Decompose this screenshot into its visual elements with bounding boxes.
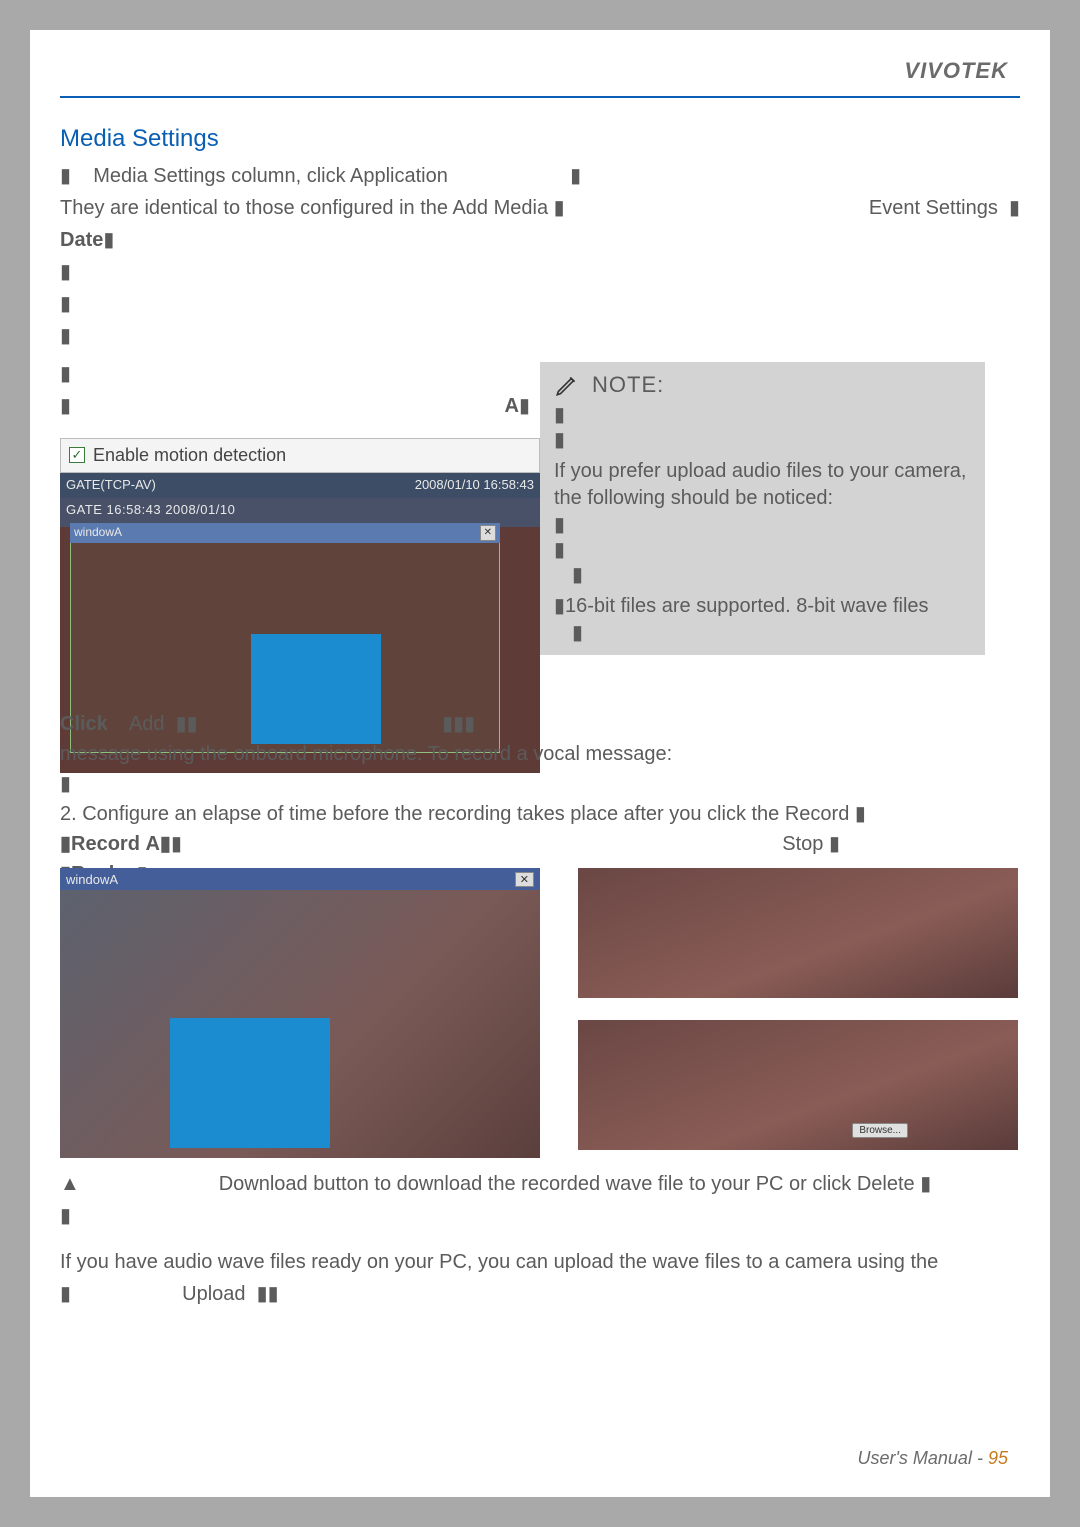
glyph-icon: ▮	[1009, 197, 1020, 219]
note-body-2: ▮16-bit files are supported. 8-bit wave …	[554, 593, 971, 620]
note-callout: NOTE: ▮ ▮ If you prefer upload audio fil…	[540, 362, 985, 655]
glyph-icon: ▮	[60, 363, 71, 385]
detection-window-titlebar: windowA ✕	[70, 523, 500, 543]
text-span: Click	[60, 713, 108, 735]
glyph-line: ▮	[60, 770, 1020, 798]
text-span: 16-bit files are supported. 8-bit wave f…	[565, 595, 929, 617]
line-download: ▲ Download button to download the record…	[60, 1170, 1020, 1198]
glyph-icon: ▮▮	[176, 713, 198, 735]
glyph-line: ▮	[554, 620, 971, 645]
glyph-line: ▮	[554, 512, 971, 537]
line-upload: ▮ Upload ▮▮	[60, 1280, 1020, 1308]
camera-timestamp: 2008/01/10 16:58:43	[415, 476, 534, 494]
line-click-add: Click Add ▮▮ ▮▮▮	[60, 710, 1020, 738]
glyph-icon: ▲	[60, 1173, 80, 1195]
glyph-icon: ▮	[554, 197, 565, 219]
glyph-icon: ▮	[60, 293, 71, 315]
download-upload-section: ▲ Download button to download the record…	[60, 1170, 1020, 1312]
paragraph-2: They are identical to those configured i…	[60, 194, 1020, 222]
glyph-icon: ▮	[920, 1173, 931, 1195]
panel-upper	[578, 868, 1018, 998]
glyph-line: ▮	[60, 290, 1020, 318]
panel-lower: Browse...	[578, 1020, 1018, 1150]
glyph-icon: ▮	[171, 833, 182, 855]
line-record-stop: ▮Record A▮▮ Stop ▮	[60, 830, 840, 858]
camera-name: GATE(TCP-AV)	[66, 476, 156, 494]
text-span: Stop	[782, 833, 823, 855]
checkbox-label: Enable motion detection	[93, 443, 286, 468]
close-icon[interactable]: ✕	[515, 872, 534, 887]
glyph-line: ▮	[60, 258, 1020, 286]
pencil-icon	[554, 372, 580, 398]
glyph-line: ▮	[554, 427, 971, 452]
text-span: Add	[129, 713, 165, 735]
glyph-line: ▮	[60, 322, 1020, 350]
motion-patch	[170, 1018, 330, 1148]
window-titlebar: windowA ✕	[60, 868, 540, 890]
line-upload-intro: If you have audio wave files ready on yo…	[60, 1248, 1020, 1276]
close-icon[interactable]: ✕	[480, 525, 496, 541]
section-title: Media Settings	[60, 122, 1020, 156]
glyph-line: ▮	[60, 1202, 1020, 1230]
detection-window-name: windowA	[74, 524, 122, 541]
brand-logo: VIVOTEK	[904, 58, 1008, 84]
line-step2: 2. Configure an elapse of time before th…	[60, 800, 1020, 828]
glyph-icon: ▮	[570, 165, 581, 187]
text-span: Upload	[182, 1283, 245, 1305]
line-message: message using the onboard microphone. To…	[60, 740, 1020, 768]
paragraph-4: ▮ A▮	[60, 392, 530, 420]
glyph-icon: ▮	[554, 595, 565, 617]
note-header: NOTE:	[554, 372, 971, 398]
glyph-line: ▮	[554, 562, 971, 587]
glyph-icon: ▮▮	[257, 1283, 279, 1305]
right-panels: Browse...	[578, 868, 1018, 1172]
glyph-icon: ▮	[519, 395, 530, 417]
footer-label: User's Manual -	[857, 1448, 982, 1468]
glyph-line: ▮	[554, 537, 971, 562]
glyph-icon: ▮	[103, 229, 114, 251]
text-span: Download button to download the recorded…	[219, 1173, 915, 1195]
glyph-icon: ▮	[60, 325, 71, 347]
camera-titlebar: GATE(TCP-AV) 2008/01/10 16:58:43	[60, 473, 540, 498]
camera-osd: GATE 16:58:43 2008/01/10	[66, 501, 235, 519]
page-number: 95	[988, 1448, 1008, 1468]
page-footer: User's Manual - 95	[857, 1448, 1008, 1469]
note-body-1: If you prefer upload audio files to your…	[554, 458, 971, 512]
header-divider	[60, 96, 1020, 98]
glyph-icon: ▮	[60, 261, 71, 283]
note-title: NOTE:	[592, 372, 664, 398]
text-span: They are identical to those configured i…	[60, 197, 548, 219]
text-span: Record	[71, 833, 140, 855]
window-title: windowA	[66, 872, 118, 887]
paragraph-3: Date▮	[60, 226, 1020, 254]
paragraph-1: ▮ Media Settings column, click Applicati…	[60, 162, 1020, 190]
enable-motion-row: ✓ Enable motion detection	[60, 438, 540, 473]
glyph-icon: ▮	[60, 392, 71, 420]
glyph-icon: ▮	[829, 833, 840, 855]
glyph-icon: ▮	[60, 165, 71, 187]
text-span: A	[505, 395, 519, 417]
manual-page: VIVOTEK Media Settings ▮ Media Settings …	[30, 30, 1050, 1497]
glyph-icon: ▮	[60, 1283, 71, 1305]
text-span: 2. Configure an elapse of time before th…	[60, 803, 849, 825]
screenshot-2: windowA ✕	[60, 868, 540, 1158]
text-span: Application	[350, 165, 448, 187]
browse-button[interactable]: Browse...	[852, 1123, 908, 1138]
text-span: Event Settings	[869, 197, 998, 219]
glyph-icon: ▮	[855, 803, 866, 825]
text-span: Date	[60, 229, 103, 251]
glyph-icon: ▮▮▮	[442, 713, 475, 735]
checkbox-icon[interactable]: ✓	[69, 447, 85, 463]
glyph-line: ▮	[554, 402, 971, 427]
text-span: Media Settings column, click	[93, 165, 345, 187]
